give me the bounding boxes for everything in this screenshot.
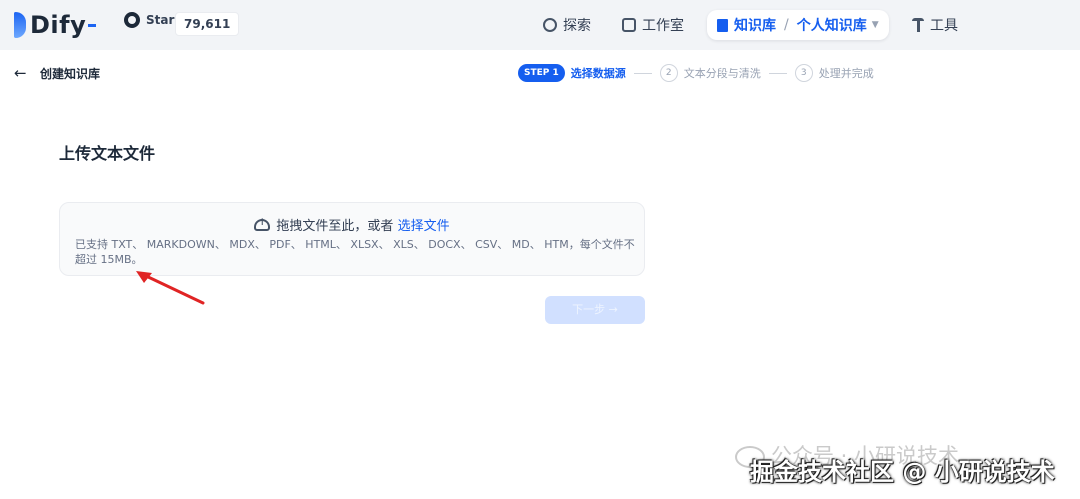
step-3-number: 3	[794, 64, 813, 82]
nav-explore-label: 探索	[563, 18, 591, 34]
next-step-button[interactable]: 下一步 →	[545, 296, 645, 324]
step-divider	[768, 72, 787, 74]
knowledge-selector[interactable]: 个人知识库	[797, 15, 867, 35]
step-3-label: 处理并完成	[818, 67, 874, 80]
nav-knowledge[interactable]: 知识库 / 个人知识库 ▼	[707, 10, 889, 40]
page-title: 创建知识库	[40, 67, 101, 81]
robot-icon	[622, 18, 636, 32]
dify-logo-icon	[14, 12, 26, 38]
supported-formats-hint: 已支持 TXT、 MARKDOWN、 MDX、 PDF、 HTML、 XLSX、…	[75, 238, 635, 266]
star-label: Star	[146, 13, 175, 27]
nav-explore[interactable]: 探索	[540, 10, 591, 40]
step-1-badge: STEP 1	[518, 64, 565, 82]
nav-tools[interactable]: 工具	[912, 10, 958, 40]
step-2-label: 文本分段与清洗	[683, 67, 761, 80]
dify-logo[interactable]: Dify	[14, 11, 97, 39]
top-navigation-bar: Dify Star 79,611 探索 工作室 知识库 / 个人知识库 ▼ 工具	[0, 0, 1080, 50]
nav-knowledge-label: 知识库	[734, 18, 776, 34]
stepper: STEP 1 选择数据源 2 文本分段与清洗 3 处理并完成	[518, 64, 874, 82]
annotation-arrow	[136, 271, 205, 305]
step-1-label: 选择数据源	[570, 67, 626, 80]
back-arrow-icon[interactable]: ←	[14, 64, 27, 82]
step-divider	[633, 72, 652, 74]
nav-studio-label: 工作室	[642, 18, 684, 34]
select-file-link[interactable]: 选择文件	[398, 219, 450, 234]
github-star-button[interactable]: Star	[124, 12, 174, 28]
nav-separator: /	[784, 17, 789, 33]
chevron-down-icon[interactable]: ▼	[872, 20, 879, 30]
step-2-number: 2	[659, 64, 678, 82]
source-credit: 掘金技术社区 @ 小研说技术	[750, 458, 1055, 486]
app-name: Dify	[30, 11, 87, 39]
drop-prompt: 拖拽文件至此，或者 选择文件	[60, 215, 644, 234]
logo-underscore	[88, 23, 97, 27]
nav-tools-label: 工具	[930, 18, 958, 34]
drop-prompt-text: 拖拽文件至此，或者	[276, 219, 394, 234]
section-heading: 上传文本文件	[59, 144, 156, 163]
cloud-upload-icon	[254, 218, 271, 231]
nav-studio[interactable]: 工作室	[622, 10, 684, 40]
github-icon	[124, 12, 140, 28]
compass-icon	[540, 15, 560, 35]
book-icon	[717, 18, 728, 32]
hammer-icon	[912, 18, 924, 32]
star-count[interactable]: 79,611	[175, 12, 240, 36]
